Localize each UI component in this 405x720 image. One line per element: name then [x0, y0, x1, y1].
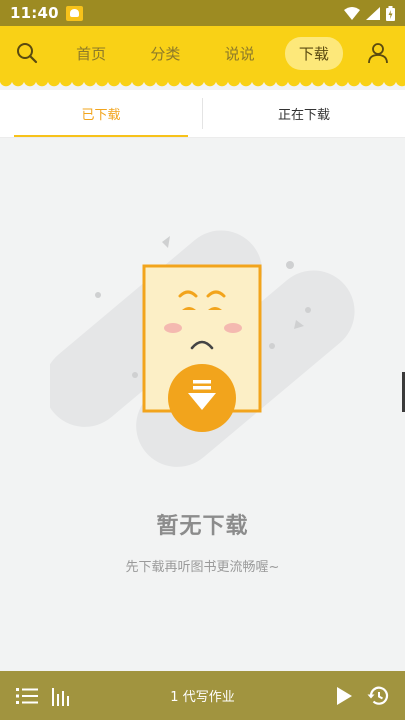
tab-home[interactable]: 首页	[62, 37, 120, 70]
app-header: 首页 分类 说说 下载	[0, 26, 405, 80]
history-button[interactable]	[361, 679, 395, 713]
empty-state-title: 暂无下载	[156, 514, 249, 539]
status-time: 11:40	[10, 4, 59, 22]
search-icon	[17, 43, 38, 64]
nav-tabs: 首页 分类 说说 下载	[54, 36, 351, 70]
empty-download-illustration	[50, 230, 355, 467]
tab-talk[interactable]: 说说	[211, 37, 269, 70]
header-scallop-edge	[0, 80, 405, 90]
equalizer-icon	[52, 687, 69, 706]
download-sub-tabs: 已下载 正在下载	[0, 90, 405, 138]
player-bar: 1 代写作业	[0, 671, 405, 720]
player-track-title[interactable]: 1 代写作业	[78, 686, 327, 705]
equalizer-button[interactable]	[44, 679, 78, 713]
signal-icon	[366, 6, 380, 20]
tab-downloaded[interactable]: 已下载	[0, 90, 202, 137]
play-button[interactable]	[327, 679, 361, 713]
play-icon	[337, 686, 352, 705]
app-notification-icon	[65, 5, 83, 21]
history-icon	[367, 686, 389, 705]
status-icons	[344, 5, 395, 21]
battery-icon	[386, 5, 395, 21]
search-button[interactable]	[0, 26, 54, 80]
playlist-icon	[16, 687, 38, 704]
empty-state-subtitle: 先下载再听图书更流畅喔~	[125, 560, 280, 575]
user-icon	[368, 43, 388, 64]
playlist-button[interactable]	[10, 679, 44, 713]
tab-download[interactable]: 下载	[284, 36, 343, 70]
tab-category[interactable]: 分类	[136, 37, 194, 70]
status-bar: 11:40	[0, 0, 405, 26]
profile-button[interactable]	[351, 26, 405, 80]
tab-downloading[interactable]: 正在下载	[203, 90, 405, 137]
wifi-icon	[344, 6, 360, 20]
